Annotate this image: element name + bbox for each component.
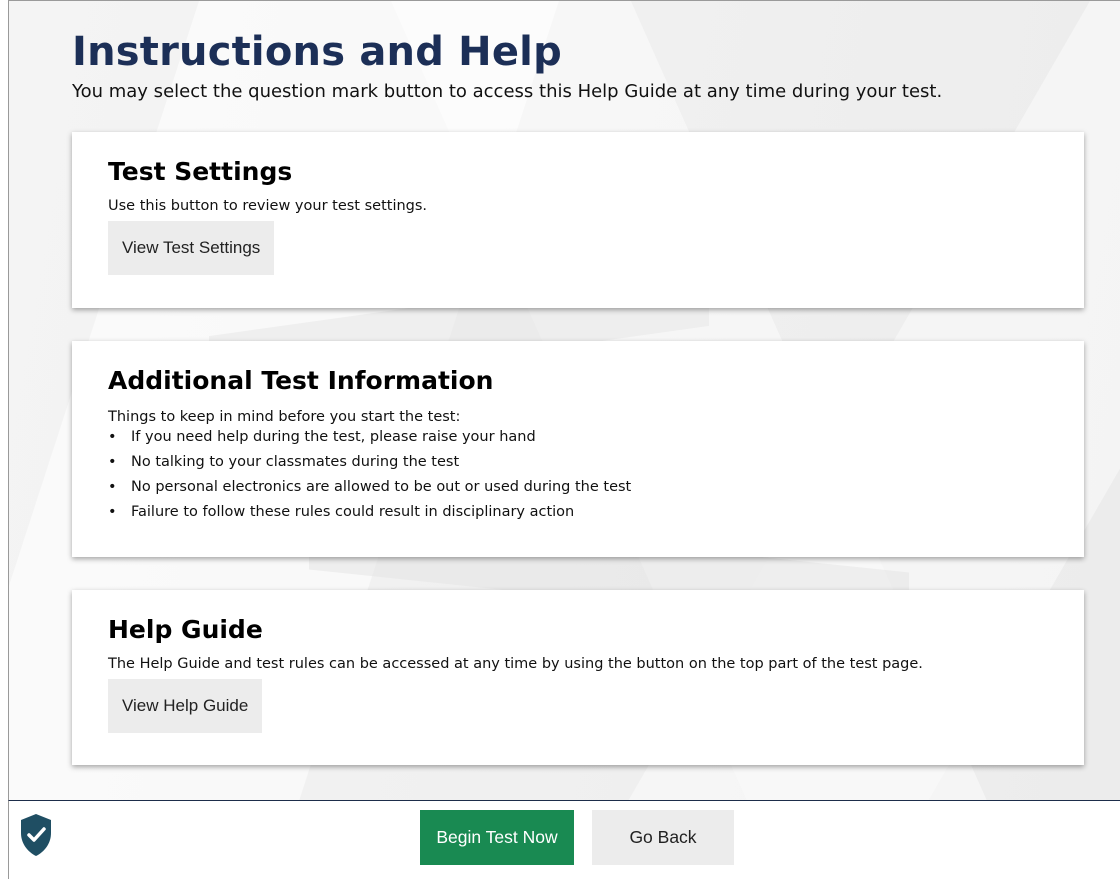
footer-bar: Begin Test Now Go Back <box>8 800 1120 879</box>
list-item: • No talking to your classmates during th… <box>108 454 460 470</box>
additional-info-card: Additional Test Information Things to ke… <box>72 341 1084 557</box>
list-item: • Failure to follow these rules could res… <box>108 504 575 520</box>
list-item: • No personal electronics are allowed to … <box>108 479 632 495</box>
shield-check-icon <box>21 814 51 856</box>
begin-test-button[interactable]: Begin Test Now <box>420 810 574 865</box>
test-settings-text: Use this button to review your test sett… <box>108 198 428 214</box>
additional-info-title: Additional Test Information <box>108 366 494 395</box>
main-panel: Instructions and Help You may select the… <box>8 0 1120 800</box>
rules-list: • If you need help during the test, pleas… <box>108 425 1048 525</box>
list-item: • If you need help during the test, pleas… <box>108 429 536 445</box>
page-subtitle: You may select the question mark button … <box>72 81 943 102</box>
additional-info-text: Things to keep in mind before you start … <box>108 409 461 425</box>
view-help-guide-button[interactable]: View Help Guide <box>108 679 263 733</box>
page-title: Instructions and Help <box>72 29 562 75</box>
help-guide-card: Help Guide The Help Guide and test rules… <box>72 590 1084 765</box>
test-settings-card: Test Settings Use this button to review … <box>72 132 1084 308</box>
help-guide-text: The Help Guide and test rules can be acc… <box>108 656 923 672</box>
test-settings-title: Test Settings <box>108 157 293 186</box>
help-guide-title: Help Guide <box>108 615 263 644</box>
view-test-settings-button[interactable]: View Test Settings <box>108 221 275 275</box>
go-back-button[interactable]: Go Back <box>592 810 734 865</box>
